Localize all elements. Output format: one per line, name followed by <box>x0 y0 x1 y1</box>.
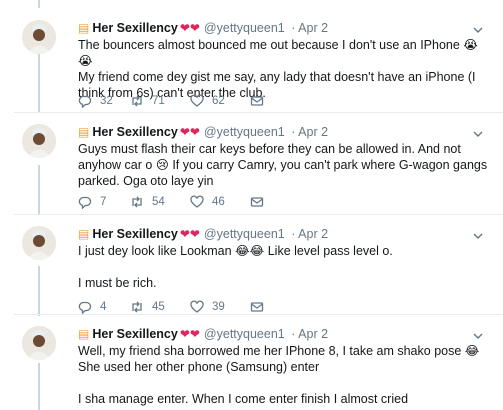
avatar[interactable] <box>22 326 56 360</box>
tweet-text: The bouncers almost bounced me out becau… <box>78 37 488 101</box>
reply-count: 32 <box>100 95 113 107</box>
author-handle[interactable]: @yettyqueen1 <box>204 21 285 35</box>
direct-message-button[interactable] <box>250 195 272 209</box>
retweet-count: 45 <box>152 301 165 313</box>
hearts-emoji-icon: ❤❤ <box>179 125 200 139</box>
reply-count: 7 <box>100 196 107 208</box>
envelope-icon <box>250 302 264 312</box>
heart-icon <box>190 300 204 313</box>
tweet-text: Guys must flash their car keys before th… <box>78 141 488 189</box>
hearts-emoji-icon: ❤❤ <box>179 327 200 341</box>
tweet[interactable]: ▤ Her Sexillency ❤❤ @yettyqueen1 · Apr 2 Gu… <box>0 120 503 216</box>
reply-icon <box>78 301 92 314</box>
tweet[interactable]: ▤ Her Sexillency ❤❤ @yettyqueen1 · Apr 2 We… <box>0 322 503 410</box>
tweet-date[interactable]: · Apr 2 <box>291 327 328 341</box>
like-button[interactable]: 46 <box>190 195 225 209</box>
retweet-icon <box>132 196 142 208</box>
envelope-icon <box>250 197 264 207</box>
retweet-button[interactable]: 54 <box>130 195 165 209</box>
tweet-header: ▤ Her Sexillency ❤❤ @yettyqueen1 · Apr 2 <box>78 21 328 35</box>
chevron-down-icon[interactable] <box>473 22 483 36</box>
reply-icon <box>78 196 92 209</box>
author-name[interactable]: Her Sexillency <box>92 227 177 241</box>
reply-button[interactable]: 7 <box>78 195 106 209</box>
retweet-count: 71 <box>152 95 165 107</box>
reply-count: 4 <box>100 301 107 313</box>
tweet-text-line: Well, my friend sha borrowed me her IPho… <box>78 344 480 374</box>
hamburger-emoji-icon: ▤ <box>78 227 90 241</box>
heart-icon <box>190 94 204 107</box>
retweet-button[interactable]: 71 <box>130 94 165 108</box>
tweet[interactable]: ▤ Her Sexillency ❤❤ @yettyqueen1 · Apr 2 I … <box>0 222 503 318</box>
reply-button[interactable]: 4 <box>78 300 106 314</box>
direct-message-button[interactable] <box>250 94 272 108</box>
tweet-text: I just dey look like Lookman 😂😂 Like lev… <box>78 243 488 291</box>
tweet-header: ▤ Her Sexillency ❤❤ @yettyqueen1 · Apr 2 <box>78 327 328 341</box>
tweet-divider <box>14 214 503 215</box>
hamburger-emoji-icon: ▤ <box>78 125 90 139</box>
thread-line <box>38 0 40 8</box>
heart-icon <box>190 195 204 208</box>
hamburger-emoji-icon: ▤ <box>78 327 90 341</box>
tweet-date[interactable]: · Apr 2 <box>291 125 328 139</box>
hamburger-emoji-icon: ▤ <box>78 21 90 35</box>
envelope-icon <box>250 96 264 106</box>
tweet-text-line: I just dey look like Lookman 😂😂 Like lev… <box>78 244 393 258</box>
reply-icon <box>78 95 92 108</box>
retweet-icon <box>132 301 142 313</box>
like-button[interactable]: 39 <box>190 300 225 314</box>
retweet-icon <box>132 95 142 107</box>
tweet-header: ▤ Her Sexillency ❤❤ @yettyqueen1 · Apr 2 <box>78 125 328 139</box>
tweet-date[interactable]: · Apr 2 <box>291 21 328 35</box>
avatar[interactable] <box>22 20 56 54</box>
chevron-down-icon[interactable] <box>473 126 483 140</box>
reply-button[interactable]: 32 <box>78 94 113 108</box>
direct-message-button[interactable] <box>250 300 272 314</box>
hearts-emoji-icon: ❤❤ <box>179 21 200 35</box>
tweet-header: ▤ Her Sexillency ❤❤ @yettyqueen1 · Apr 2 <box>78 227 328 241</box>
retweet-button[interactable]: 45 <box>130 300 165 314</box>
like-count: 46 <box>212 196 225 208</box>
tweet-text-line: I sha manage enter. When I come enter fi… <box>78 392 409 406</box>
like-button[interactable]: 62 <box>190 94 225 108</box>
like-count: 39 <box>212 301 225 313</box>
chevron-down-icon[interactable] <box>473 328 483 342</box>
author-handle[interactable]: @yettyqueen1 <box>204 125 285 139</box>
tweet-text-line: The bouncers almost bounced me out becau… <box>78 38 478 68</box>
retweet-count: 54 <box>152 196 165 208</box>
author-name[interactable]: Her Sexillency <box>92 125 177 139</box>
chevron-down-icon[interactable] <box>473 228 483 242</box>
avatar[interactable] <box>22 124 56 158</box>
tweet-text-line: I must be rich. <box>78 276 157 290</box>
author-handle[interactable]: @yettyqueen1 <box>204 327 285 341</box>
tweet[interactable]: ▤ Her Sexillency ❤❤ @yettyqueen1 · Apr 2 Th… <box>0 16 503 116</box>
author-name[interactable]: Her Sexillency <box>92 327 177 341</box>
tweet-divider <box>14 314 503 315</box>
author-handle[interactable]: @yettyqueen1 <box>204 227 285 241</box>
tweet-divider <box>14 112 503 113</box>
tweet-date[interactable]: · Apr 2 <box>291 227 328 241</box>
like-count: 62 <box>212 95 225 107</box>
tweet-text-line: Guys must flash their car keys before th… <box>78 142 488 188</box>
hearts-emoji-icon: ❤❤ <box>179 227 200 241</box>
avatar[interactable] <box>22 226 56 260</box>
tweet-text: Well, my friend sha borrowed me her IPho… <box>78 343 488 407</box>
author-name[interactable]: Her Sexillency <box>92 21 177 35</box>
